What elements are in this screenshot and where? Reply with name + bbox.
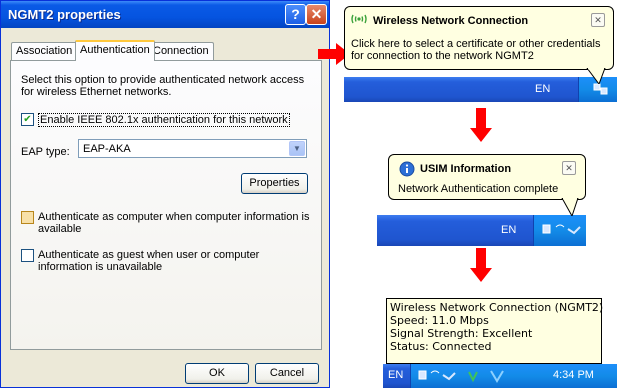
computer-checkbox[interactable]: [21, 211, 34, 224]
guest-checkbox-label: Authenticate as guest when user or compu…: [38, 249, 260, 273]
properties-button[interactable]: Properties: [241, 173, 308, 194]
ieee-checkbox-row[interactable]: ✔ Enable IEEE 802.1x authentication for …: [21, 113, 290, 127]
dialog-title: NGMT2 properties: [8, 7, 121, 22]
guest-checkbox-row[interactable]: Authenticate as guest when user or compu…: [21, 249, 308, 273]
connection-tooltip: Wireless Network Connection (NGMT2) Spee…: [386, 298, 604, 364]
network-icon[interactable]: [417, 369, 517, 383]
tooltip-line-1: Wireless Network Connection (NGMT2): [390, 301, 604, 314]
language-indicator[interactable]: EN: [501, 224, 516, 236]
tab-connection[interactable]: Connection: [148, 42, 214, 60]
dropdown-arrow-icon[interactable]: ▼: [289, 141, 305, 156]
cancel-button[interactable]: Cancel: [255, 363, 319, 384]
taskbar-1: EN: [344, 77, 617, 102]
balloon-pointer: [586, 68, 606, 84]
help-button[interactable]: ?: [285, 4, 306, 25]
taskbar-2: EN: [377, 215, 586, 246]
properties-dialog: NGMT2 properties ? ✕ Association Authent…: [0, 0, 330, 388]
computer-checkbox-label: Authenticate as computer when computer i…: [38, 211, 310, 235]
usim-title: USIM Information: [420, 163, 512, 175]
ok-button[interactable]: OK: [185, 363, 249, 384]
balloon-text: Click here to select a certificate or ot…: [351, 38, 601, 62]
eap-type-select[interactable]: EAP-AKA ▼: [78, 139, 307, 158]
arrow-down-icon-1: [470, 108, 492, 142]
tooltip-line-3: Signal Strength: Excellent: [390, 327, 533, 340]
wireless-icon: [351, 14, 367, 24]
info-icon: [399, 161, 415, 177]
close-icon: ✕: [310, 6, 323, 22]
tooltip-line-4: Status: Connected: [390, 340, 492, 353]
computer-checkbox-row[interactable]: Authenticate as computer when computer i…: [21, 211, 328, 235]
balloon-usim[interactable]: USIM Information ✕ Network Authenticatio…: [388, 154, 586, 200]
eap-type-value: EAP-AKA: [83, 143, 131, 155]
tab-panel: [10, 60, 322, 350]
ieee-checkbox-label: Enable IEEE 802.1x authentication for th…: [38, 113, 290, 127]
help-icon: ?: [291, 6, 300, 22]
network-icon[interactable]: [542, 223, 582, 237]
tab-association[interactable]: Association: [11, 42, 78, 60]
ieee-checkbox[interactable]: ✔: [21, 113, 34, 126]
close-button[interactable]: ✕: [306, 4, 327, 25]
balloon-wireless[interactable]: Wireless Network Connection ✕ Click here…: [344, 6, 614, 70]
taskbar-3: EN 4:34 PM: [383, 364, 617, 388]
eap-type-label: EAP type:: [21, 146, 70, 158]
balloon-title: Wireless Network Connection: [373, 15, 529, 27]
tooltip-line-2: Speed: 11.0 Mbps: [390, 314, 489, 327]
close-icon[interactable]: ✕: [591, 13, 605, 27]
tab-authentication[interactable]: Authentication: [75, 40, 155, 61]
arrow-down-icon-2: [470, 248, 492, 282]
network-icon[interactable]: [593, 82, 609, 96]
language-indicator[interactable]: EN: [388, 369, 403, 381]
clock[interactable]: 4:34 PM: [553, 369, 594, 381]
system-tray: [533, 215, 586, 246]
usim-text: Network Authentication complete: [398, 183, 559, 195]
close-icon[interactable]: ✕: [562, 161, 576, 175]
balloon-pointer: [561, 198, 579, 216]
description-text: Select this option to provide authentica…: [21, 74, 305, 98]
title-bar[interactable]: NGMT2 properties ? ✕: [1, 1, 329, 28]
guest-checkbox[interactable]: [21, 249, 34, 262]
system-tray: 4:34 PM: [410, 364, 617, 388]
language-indicator[interactable]: EN: [535, 83, 550, 95]
